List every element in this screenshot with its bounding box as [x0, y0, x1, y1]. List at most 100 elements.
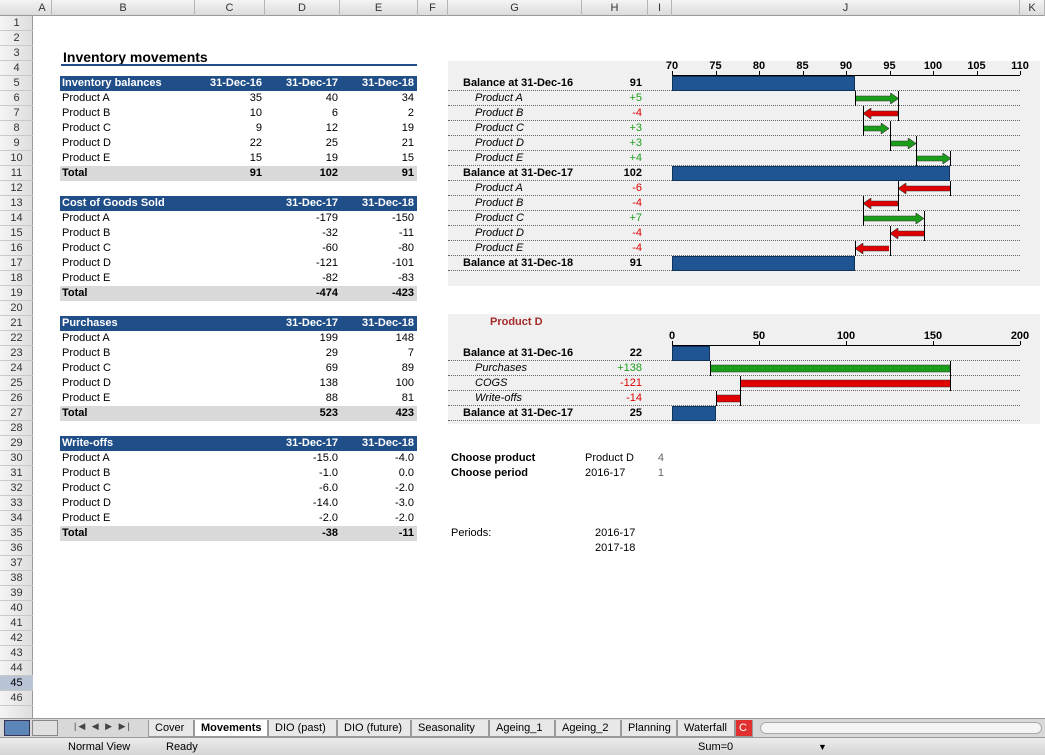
balances-col-1[interactable]: 31-Dec-17 [268, 76, 338, 91]
row-header-16[interactable]: 16 [0, 241, 33, 256]
balances-total-label[interactable]: Total [62, 166, 192, 181]
balances-col-2[interactable]: 31-Dec-18 [344, 76, 414, 91]
column-header-i[interactable]: I [648, 0, 672, 16]
purchases-header-label[interactable]: Purchases [62, 316, 202, 331]
balances-value[interactable]: 21 [344, 136, 414, 151]
column-header-b[interactable]: B [52, 0, 195, 16]
purchases-value[interactable]: 69 [268, 361, 338, 376]
row-header-20[interactable]: 20 [0, 301, 33, 316]
tab-ageing-1[interactable]: Ageing_1 [489, 720, 555, 737]
tab-c[interactable]: C [735, 720, 753, 737]
page-layout-icon[interactable] [32, 720, 58, 736]
row-header-31[interactable]: 31 [0, 466, 33, 481]
balances-value[interactable]: 35 [192, 91, 262, 106]
purchases-row-label[interactable]: Product D [62, 376, 192, 391]
balances-row-label[interactable]: Product A [62, 91, 192, 106]
balances-value[interactable]: 15 [192, 151, 262, 166]
purchases-value[interactable]: 89 [344, 361, 414, 376]
writeoffs-value[interactable]: -1.0 [268, 466, 338, 481]
column-header-c[interactable]: C [195, 0, 265, 16]
row-header-41[interactable]: 41 [0, 616, 33, 631]
row-header-4[interactable]: 4 [0, 61, 33, 76]
row-header-8[interactable]: 8 [0, 121, 33, 136]
cogs-value[interactable]: -60 [268, 241, 338, 256]
writeoffs-total-label[interactable]: Total [62, 526, 192, 541]
row-header-22[interactable]: 22 [0, 331, 33, 346]
writeoffs-row-label[interactable]: Product C [62, 481, 192, 496]
cogs-col-1[interactable]: 31-Dec-18 [344, 196, 414, 211]
purchases-value[interactable]: 199 [268, 331, 338, 346]
writeoffs-total-value[interactable]: -38 [268, 526, 338, 541]
balances-value[interactable]: 6 [268, 106, 338, 121]
writeoffs-row-label[interactable]: Product E [62, 511, 192, 526]
purchases-col-0[interactable]: 31-Dec-17 [268, 316, 338, 331]
cogs-value[interactable]: -80 [344, 241, 414, 256]
writeoffs-col-0[interactable]: 31-Dec-17 [268, 436, 338, 451]
purchases-value[interactable]: 88 [268, 391, 338, 406]
horizontal-scrollbar[interactable] [760, 722, 1042, 734]
row-header-24[interactable]: 24 [0, 361, 33, 376]
writeoffs-value[interactable]: -6.0 [268, 481, 338, 496]
tab-dio-future[interactable]: DIO (future) [337, 720, 411, 737]
cogs-total-value[interactable]: -423 [344, 286, 414, 301]
purchases-total-value[interactable]: 423 [344, 406, 414, 421]
tab-planning[interactable]: Planning [621, 720, 677, 737]
choose-product-value[interactable]: Product D [585, 451, 655, 466]
cogs-value[interactable]: -101 [344, 256, 414, 271]
writeoffs-header-label[interactable]: Write-offs [62, 436, 202, 451]
row-header-25[interactable]: 25 [0, 376, 33, 391]
row-header-42[interactable]: 42 [0, 631, 33, 646]
row-header-19[interactable]: 19 [0, 286, 33, 301]
balances-total-value[interactable]: 91 [192, 166, 262, 181]
period-option[interactable]: 2017-18 [595, 541, 655, 556]
choose-period-index[interactable]: 1 [648, 466, 664, 481]
purchases-value[interactable]: 100 [344, 376, 414, 391]
cogs-row-label[interactable]: Product D [62, 256, 192, 271]
purchases-value[interactable]: 148 [344, 331, 414, 346]
tab-cover[interactable]: Cover [148, 720, 194, 737]
writeoffs-value[interactable]: -3.0 [344, 496, 414, 511]
row-header-26[interactable]: 26 [0, 391, 33, 406]
writeoffs-value[interactable]: -2.0 [344, 511, 414, 526]
balances-value[interactable]: 22 [192, 136, 262, 151]
row-header-10[interactable]: 10 [0, 151, 33, 166]
column-header-a[interactable]: A [33, 0, 52, 16]
row-header-45[interactable]: 45 [0, 676, 33, 691]
cogs-row-label[interactable]: Product A [62, 211, 192, 226]
row-header-27[interactable]: 27 [0, 406, 33, 421]
purchases-total-value[interactable]: 523 [268, 406, 338, 421]
cogs-total-value[interactable]: -474 [268, 286, 338, 301]
row-header-40[interactable]: 40 [0, 601, 33, 616]
row-header-1[interactable]: 1 [0, 16, 33, 31]
choose-product-index[interactable]: 4 [648, 451, 664, 466]
cogs-row-label[interactable]: Product C [62, 241, 192, 256]
row-header-35[interactable]: 35 [0, 526, 33, 541]
writeoffs-total-value[interactable]: -11 [344, 526, 414, 541]
purchases-row-label[interactable]: Product C [62, 361, 192, 376]
writeoffs-col-1[interactable]: 31-Dec-18 [344, 436, 414, 451]
balances-row-label[interactable]: Product C [62, 121, 192, 136]
row-header-18[interactable]: 18 [0, 271, 33, 286]
balances-value[interactable]: 19 [268, 151, 338, 166]
writeoffs-row-label[interactable]: Product B [62, 466, 192, 481]
cogs-value[interactable]: -121 [268, 256, 338, 271]
balances-total-value[interactable]: 102 [268, 166, 338, 181]
tab-waterfall[interactable]: Waterfall [677, 720, 735, 737]
row-header-12[interactable]: 12 [0, 181, 33, 196]
purchases-value[interactable]: 7 [344, 346, 414, 361]
normal-view-icon[interactable] [4, 720, 30, 736]
row-header-32[interactable]: 32 [0, 481, 33, 496]
row-header-30[interactable]: 30 [0, 451, 33, 466]
balances-value[interactable]: 12 [268, 121, 338, 136]
row-header-7[interactable]: 7 [0, 106, 33, 121]
balances-value[interactable]: 9 [192, 121, 262, 136]
purchases-value[interactable]: 29 [268, 346, 338, 361]
balances-value[interactable]: 19 [344, 121, 414, 136]
writeoffs-value[interactable]: -2.0 [344, 481, 414, 496]
chevron-down-icon[interactable]: ▼ [818, 738, 827, 755]
balances-row-label[interactable]: Product E [62, 151, 192, 166]
column-header-e[interactable]: E [340, 0, 418, 16]
row-header-21[interactable]: 21 [0, 316, 33, 331]
row-header-3[interactable]: 3 [0, 46, 33, 61]
row-header-6[interactable]: 6 [0, 91, 33, 106]
